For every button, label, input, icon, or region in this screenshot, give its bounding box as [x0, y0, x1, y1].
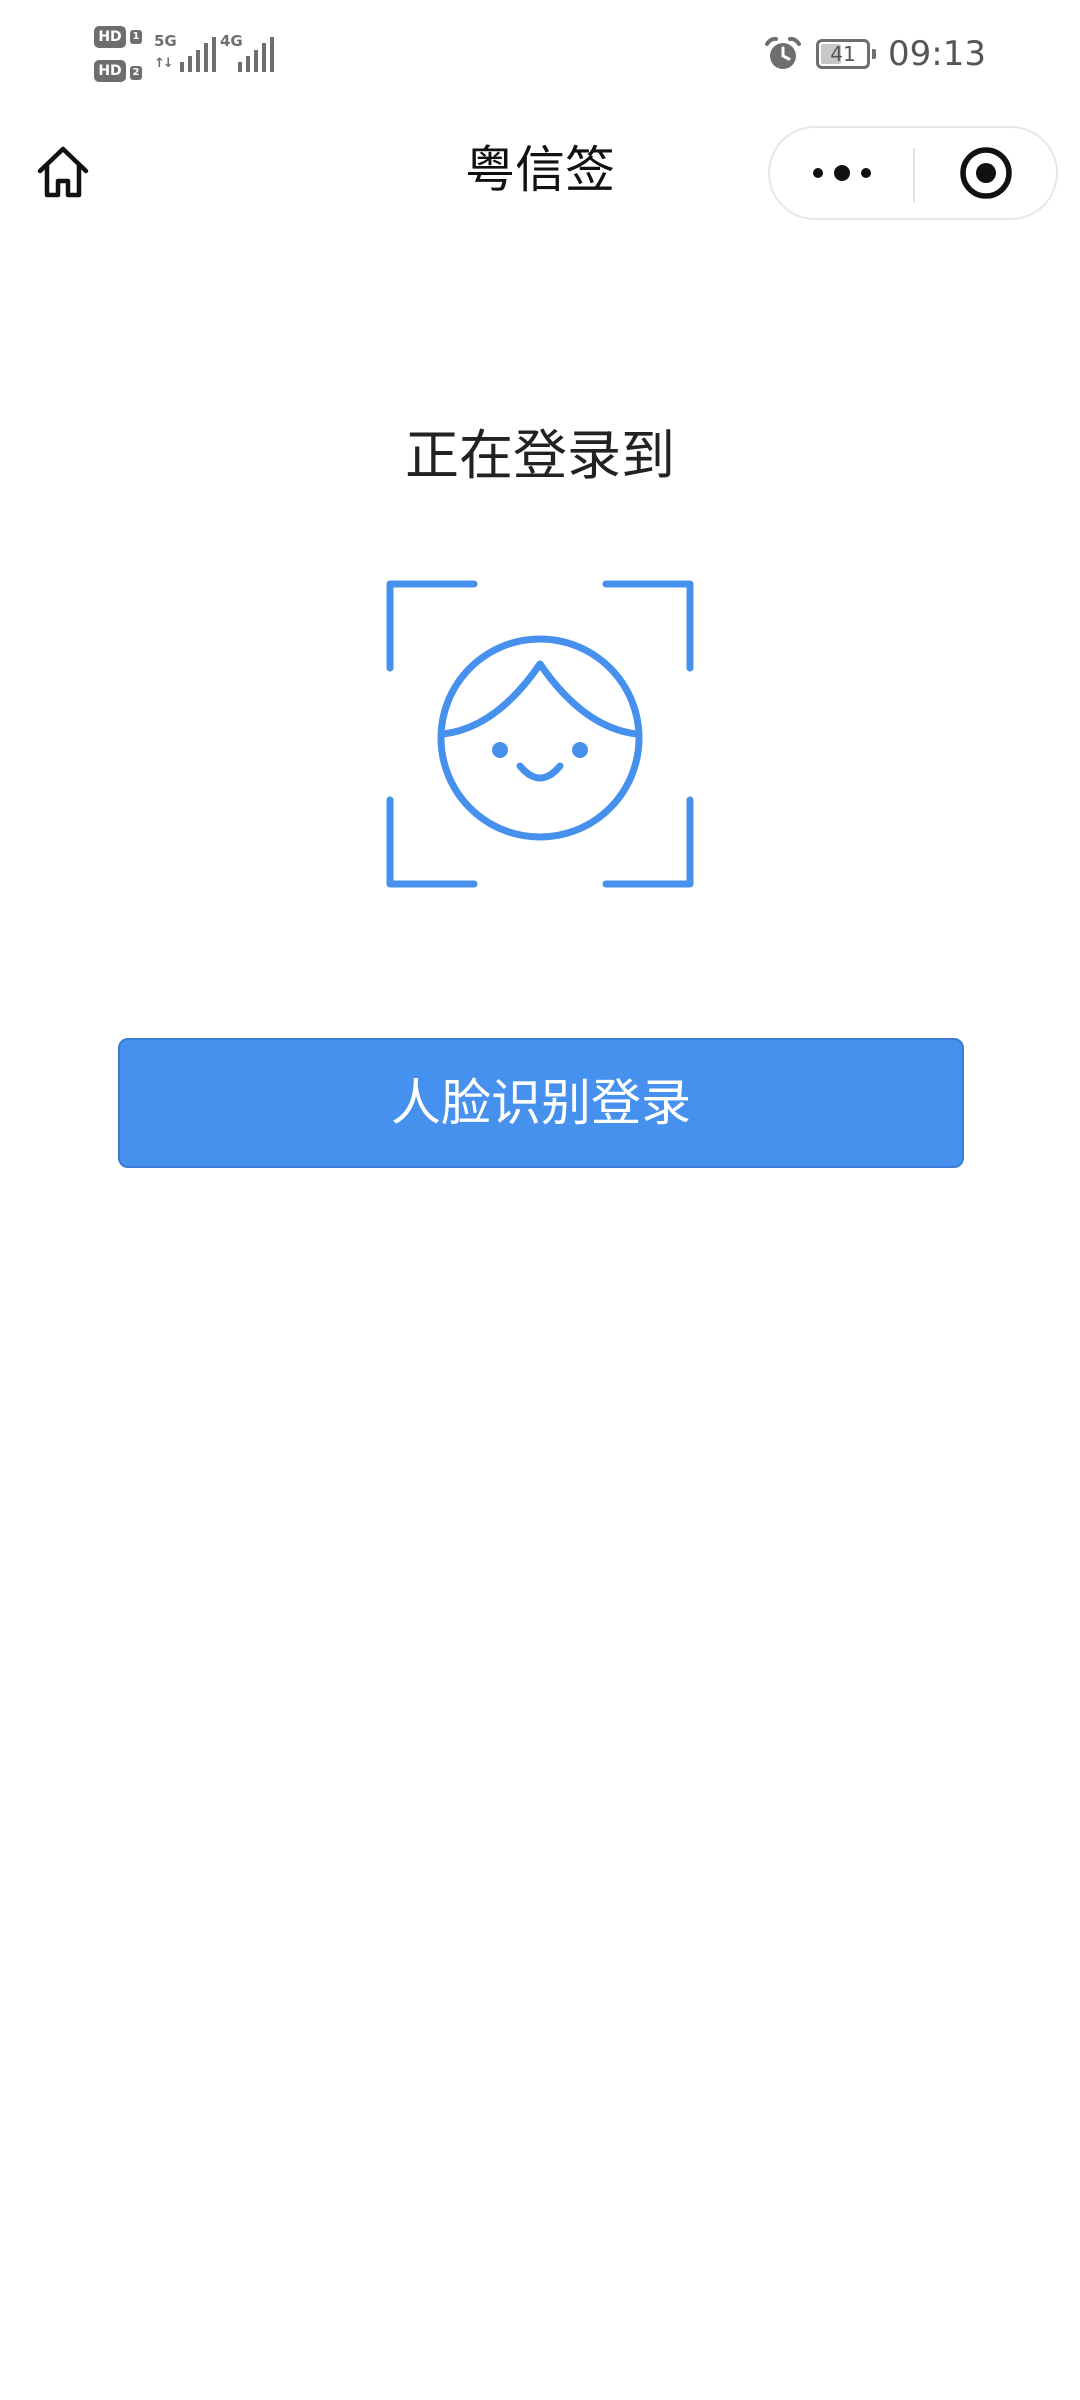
face-login-button[interactable]: 人脸识别登录: [118, 1038, 964, 1168]
battery-level: 41: [830, 42, 856, 66]
mini-program-nav-bar: 粤信签: [0, 110, 1080, 230]
network-type-sim1: 5G: [154, 32, 177, 50]
close-mini-program-button[interactable]: [915, 128, 1056, 218]
data-arrows-icon: ↑↓: [154, 56, 174, 71]
target-close-icon: [959, 147, 1012, 199]
network-sim2: 4G: [220, 30, 282, 74]
more-dots-icon: [812, 165, 871, 181]
login-heading: 正在登录到: [405, 424, 675, 487]
battery-icon: 41: [816, 39, 877, 69]
face-recognition-icon: [386, 580, 694, 888]
battery-cap: [872, 49, 877, 59]
status-time: 09:13: [888, 34, 986, 74]
screen: HD 1 HD 2 5G ↑↓ 4G 41 09:13 粤信签 正在登录到 人脸…: [0, 0, 1080, 2400]
sim-indicators: HD 1 HD 2: [94, 22, 144, 88]
sim1-number: 1: [130, 30, 142, 44]
alarm-icon: [765, 36, 802, 69]
network-sim1: 5G ↑↓: [154, 30, 216, 74]
status-right: 41 09:13: [764, 26, 986, 82]
capsule-menu: [768, 126, 1058, 220]
sim2-number: 2: [130, 66, 142, 80]
signal-icon: [238, 37, 274, 72]
signal-icon: [180, 37, 216, 72]
hd-badge-sim1: HD: [94, 26, 126, 48]
status-bar: HD 1 HD 2 5G ↑↓ 4G 41 09:13: [0, 0, 1080, 110]
hd-badge-sim2: HD: [94, 60, 126, 82]
more-button[interactable]: [770, 128, 913, 218]
